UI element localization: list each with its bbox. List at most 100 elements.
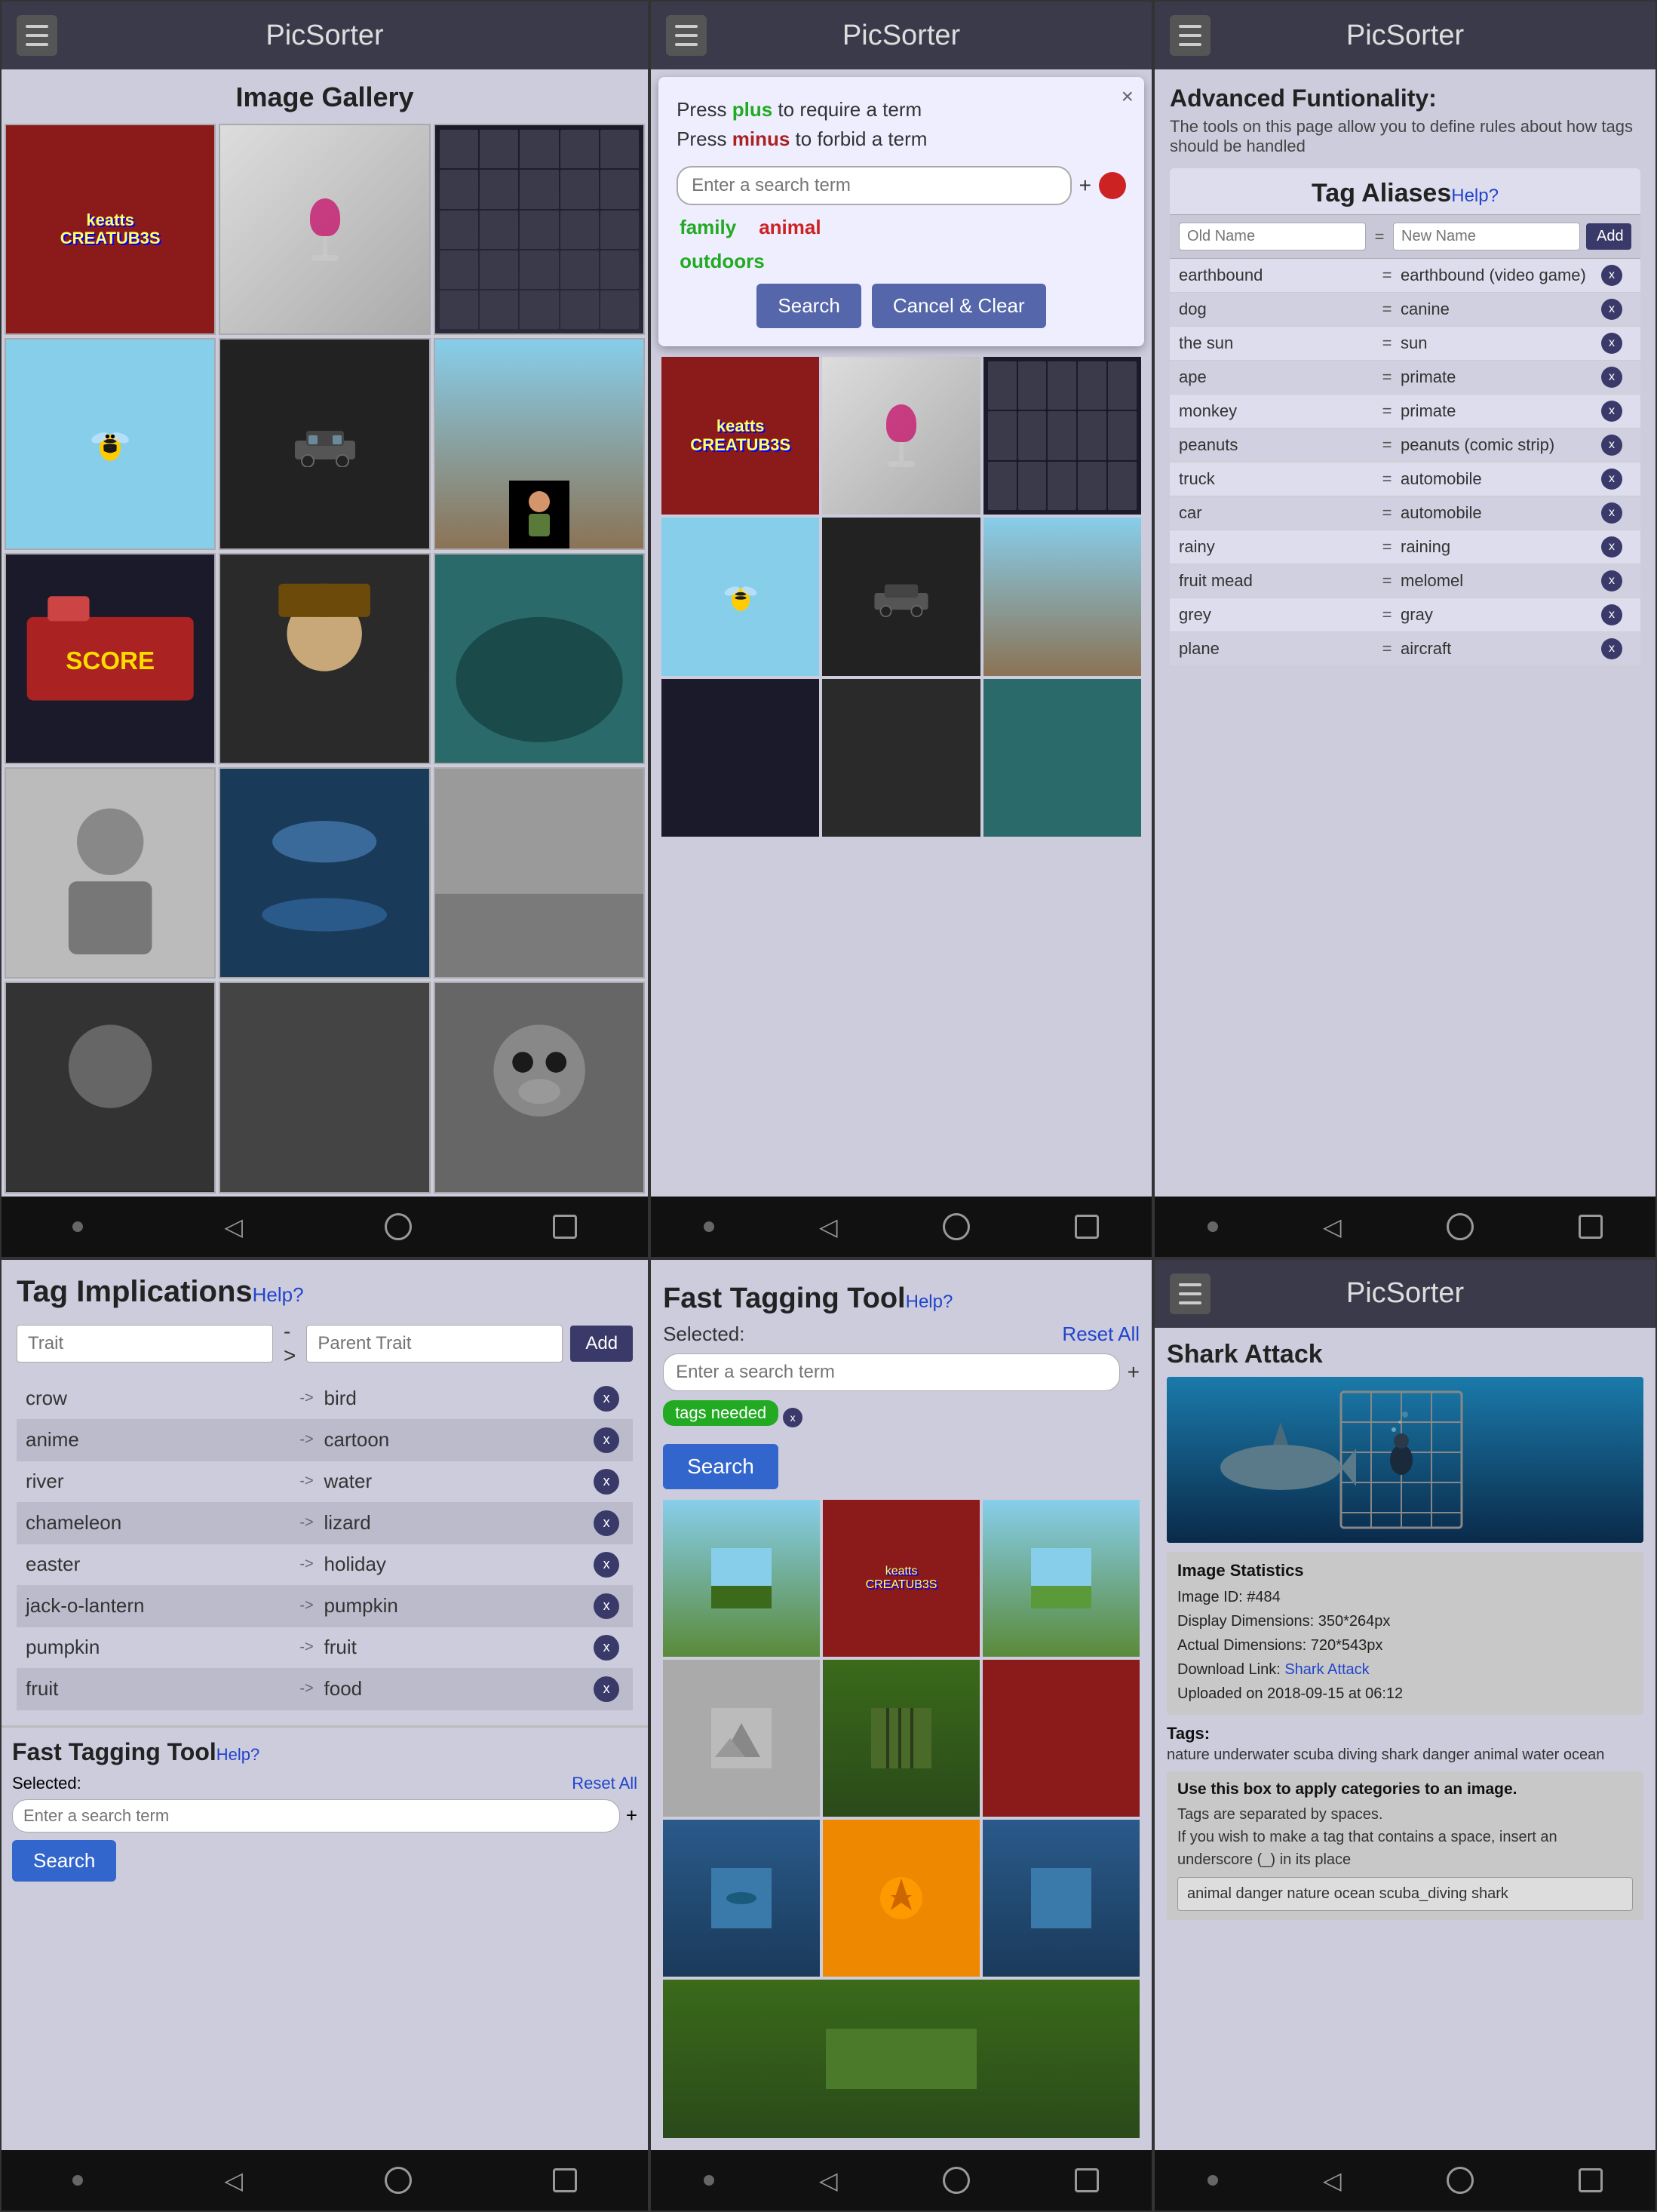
fast-result-2[interactable]: keattsCREATUB3S xyxy=(823,1500,980,1657)
menu-button-2[interactable] xyxy=(666,15,707,56)
fast-result-9[interactable] xyxy=(983,1820,1140,1977)
parent-trait-input[interactable] xyxy=(306,1325,563,1363)
menu-button-6[interactable] xyxy=(1170,1273,1211,1314)
nav-home-4[interactable] xyxy=(385,2167,412,2194)
impl-delete-easter[interactable]: x xyxy=(594,1552,619,1578)
old-name-input[interactable] xyxy=(1179,223,1366,250)
aliases-help-link[interactable]: Help? xyxy=(1451,186,1499,206)
nav-home-1[interactable] xyxy=(385,1213,412,1240)
implications-scroll[interactable]: Tag ImplicationsHelp? -> Add crow -> bir… xyxy=(2,1260,648,2151)
fast-result-7[interactable] xyxy=(663,1820,820,1977)
gallery-img-ghost[interactable] xyxy=(5,982,216,1193)
alias-delete-rainy[interactable]: x xyxy=(1601,536,1622,558)
new-name-input[interactable] xyxy=(1393,223,1580,250)
aliases-add-btn[interactable]: Add xyxy=(1586,223,1631,250)
gallery-img-creature[interactable]: keattsCREATUB3S xyxy=(5,124,216,335)
modal-search-btn[interactable]: Search xyxy=(756,284,861,328)
fast-result-4[interactable] xyxy=(663,1660,820,1817)
nav-back-2[interactable]: ◁ xyxy=(819,1212,838,1241)
fast-result-10[interactable] xyxy=(663,1980,1140,2139)
gallery-img-oldman[interactable] xyxy=(5,767,216,979)
fast-tag-search-btn[interactable]: Search xyxy=(663,1444,778,1489)
result-cell-5[interactable] xyxy=(822,518,980,675)
fast-result-8[interactable] xyxy=(823,1820,980,1977)
alias-delete-monkey[interactable]: x xyxy=(1601,401,1622,422)
modal-plus-btn[interactable]: + xyxy=(1079,174,1091,198)
gallery-img-wine[interactable] xyxy=(219,124,430,335)
gallery-img-man-hat[interactable] xyxy=(219,553,430,764)
result-cell-8[interactable] xyxy=(822,679,980,837)
impl-delete-crow[interactable]: x xyxy=(594,1386,619,1412)
nav-home-2[interactable] xyxy=(943,1213,970,1240)
nav-square-6[interactable] xyxy=(1579,2168,1603,2192)
shark-scroll[interactable]: Shark Attack xyxy=(1155,1328,1655,2151)
tags-needed-remove-btn[interactable]: x xyxy=(783,1408,802,1427)
tag-family[interactable]: family xyxy=(680,216,736,239)
gallery-img-car[interactable] xyxy=(219,338,430,549)
nav-back-3[interactable]: ◁ xyxy=(1323,1212,1342,1241)
impl-delete-jackolantern[interactable]: x xyxy=(594,1593,619,1619)
fast-tag-small-plus[interactable]: + xyxy=(626,1804,637,1827)
gallery-img-game[interactable]: SCORE xyxy=(5,553,216,764)
fast-tag-scroll[interactable]: Fast Tagging ToolHelp? Selected: Reset A… xyxy=(651,1260,1152,2151)
result-cell-3[interactable] xyxy=(983,357,1141,515)
alias-delete-plane[interactable]: x xyxy=(1601,638,1622,659)
fast-tag-reset-btn[interactable]: Reset All xyxy=(1062,1323,1140,1346)
trait-input[interactable] xyxy=(17,1325,273,1363)
alias-delete-peanuts[interactable]: x xyxy=(1601,435,1622,456)
impl-delete-river[interactable]: x xyxy=(594,1469,619,1495)
tag-outdoors[interactable]: outdoors xyxy=(680,250,765,273)
fast-result-3[interactable] xyxy=(983,1500,1140,1657)
fast-result-6[interactable] xyxy=(983,1660,1140,1817)
modal-cancel-btn[interactable]: Cancel & Clear xyxy=(872,284,1046,328)
impl-delete-chameleon[interactable]: x xyxy=(594,1510,619,1536)
gallery-img-water[interactable] xyxy=(219,767,430,979)
menu-button-3[interactable] xyxy=(1170,15,1211,56)
reset-all-small-btn[interactable]: Reset All xyxy=(572,1774,637,1793)
fast-tag-search-input[interactable] xyxy=(663,1353,1120,1391)
nav-square-3[interactable] xyxy=(1579,1215,1603,1239)
fast-tag-small-search-btn[interactable]: Search xyxy=(12,1840,116,1882)
fast-tag-small-help[interactable]: Help? xyxy=(216,1745,259,1764)
impl-delete-pumpkin[interactable]: x xyxy=(594,1635,619,1661)
modal-search-input[interactable] xyxy=(677,166,1072,205)
gallery-img-teal[interactable] xyxy=(434,553,645,764)
nav-back-1[interactable]: ◁ xyxy=(224,1212,243,1241)
nav-back-6[interactable]: ◁ xyxy=(1323,2166,1342,2195)
apply-input[interactable] xyxy=(1177,1877,1633,1911)
tag-animal[interactable]: animal xyxy=(759,216,821,239)
alias-delete-earthbound[interactable]: x xyxy=(1601,265,1622,286)
nav-square-4[interactable] xyxy=(553,2168,577,2192)
fast-result-5[interactable] xyxy=(823,1660,980,1817)
nav-back-4[interactable]: ◁ xyxy=(224,2166,243,2195)
result-cell-9[interactable] xyxy=(983,679,1141,837)
alias-delete-ape[interactable]: x xyxy=(1601,367,1622,388)
gallery-img-bee[interactable] xyxy=(5,338,216,549)
fast-tag-small-input[interactable] xyxy=(12,1799,620,1833)
gallery-img-keyboard[interactable] xyxy=(434,124,645,335)
gallery-img-pale2[interactable] xyxy=(219,982,430,1193)
alias-delete-fruitmead[interactable]: x xyxy=(1601,570,1622,591)
nav-square-1[interactable] xyxy=(553,1215,577,1239)
gallery-img-person-outdoor[interactable] xyxy=(434,338,645,549)
impl-delete-anime[interactable]: x xyxy=(594,1427,619,1453)
result-cell-7[interactable] xyxy=(661,679,819,837)
alias-delete-dog[interactable]: x xyxy=(1601,299,1622,320)
gallery-img-lemur[interactable] xyxy=(434,982,645,1193)
download-link[interactable]: Shark Attack xyxy=(1284,1661,1369,1678)
alias-delete-truck[interactable]: x xyxy=(1601,469,1622,490)
nav-home-3[interactable] xyxy=(1447,1213,1474,1240)
menu-button-1[interactable] xyxy=(17,15,57,56)
implications-help[interactable]: Help? xyxy=(253,1283,304,1306)
fast-result-1[interactable] xyxy=(663,1500,820,1657)
result-cell-1[interactable]: keattsCREATUB3S xyxy=(661,357,819,515)
result-cell-4[interactable] xyxy=(661,518,819,675)
nav-home-5[interactable] xyxy=(943,2167,970,2194)
gallery-img-crowd[interactable] xyxy=(434,767,645,979)
fast-tag-help[interactable]: Help? xyxy=(906,1292,953,1312)
alias-delete-grey[interactable]: x xyxy=(1601,604,1622,625)
result-cell-2[interactable] xyxy=(822,357,980,515)
alias-delete-sun[interactable]: x xyxy=(1601,333,1622,354)
modal-close-btn[interactable]: × xyxy=(1122,84,1134,109)
alias-delete-car[interactable]: x xyxy=(1601,502,1622,524)
